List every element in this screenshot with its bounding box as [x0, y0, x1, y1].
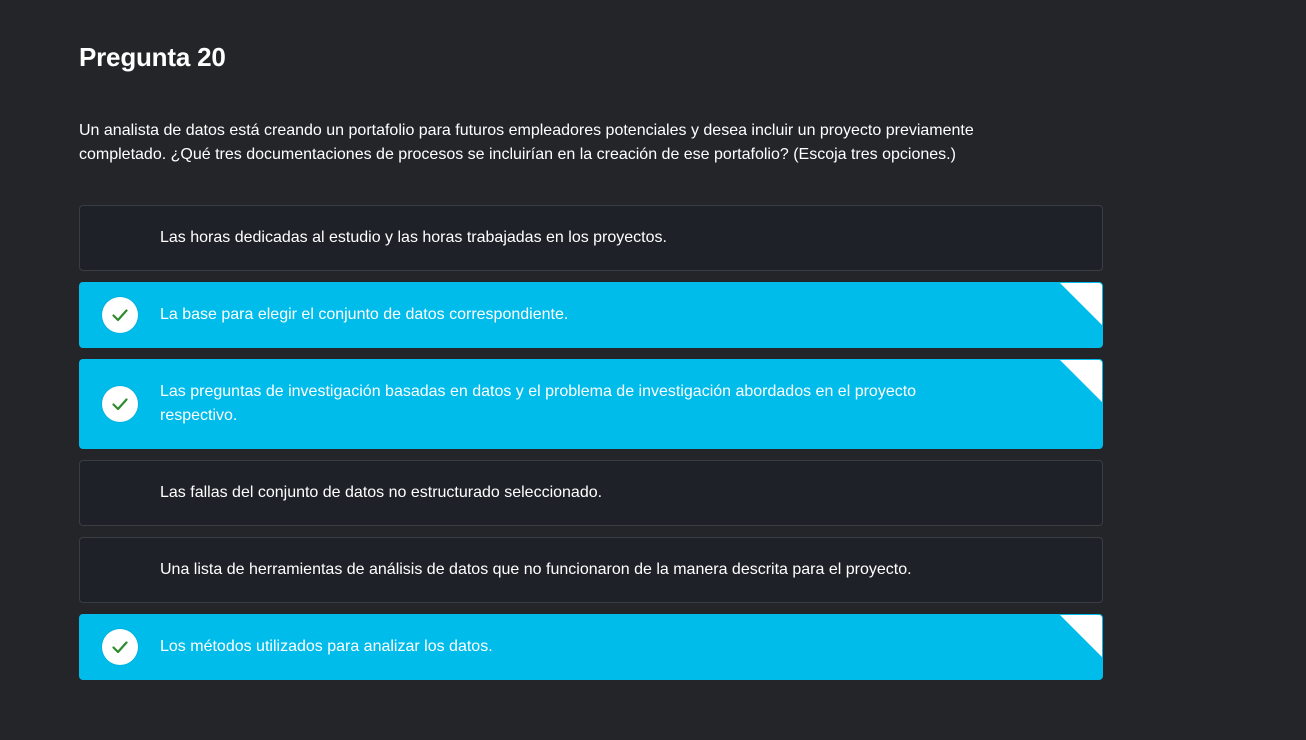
answer-option-label: Las horas dedicadas al estudio y las hor…	[160, 229, 667, 246]
selected-corner-marker	[1060, 615, 1102, 657]
answer-option-selected[interactable]: Los métodos utilizados para analizar los…	[79, 614, 1103, 680]
answer-option[interactable]: Una lista de herramientas de análisis de…	[79, 537, 1103, 603]
checkmark-icon	[102, 297, 138, 333]
question-text: Un analista de datos está creando un por…	[79, 122, 974, 163]
question-title: Pregunta 20	[79, 42, 226, 72]
checkmark-icon	[102, 629, 138, 665]
answer-option[interactable]: Las fallas del conjunto de datos no estr…	[79, 460, 1103, 526]
check-slot	[80, 629, 160, 665]
answer-option-label: Las fallas del conjunto de datos no estr…	[160, 484, 603, 501]
checkmark-icon	[102, 386, 138, 422]
selected-corner-marker	[1060, 360, 1102, 402]
answer-option-selected[interactable]: Las preguntas de investigación basadas e…	[79, 359, 1103, 449]
quiz-page: Pregunta 20 Un analista de datos está cr…	[0, 0, 1306, 740]
answer-option[interactable]: Las horas dedicadas al estudio y las hor…	[79, 205, 1103, 271]
check-slot	[80, 297, 160, 333]
answer-options: Las horas dedicadas al estudio y las hor…	[79, 205, 1103, 691]
check-slot	[80, 386, 160, 422]
selected-corner-marker	[1060, 283, 1102, 325]
answer-option-label: Los métodos utilizados para analizar los…	[160, 638, 493, 655]
answer-option-label: Las preguntas de investigación basadas e…	[160, 383, 917, 424]
answer-option-selected[interactable]: La base para elegir el conjunto de datos…	[79, 282, 1103, 348]
answer-option-label: La base para elegir el conjunto de datos…	[160, 306, 569, 323]
answer-option-label: Una lista de herramientas de análisis de…	[160, 561, 912, 578]
